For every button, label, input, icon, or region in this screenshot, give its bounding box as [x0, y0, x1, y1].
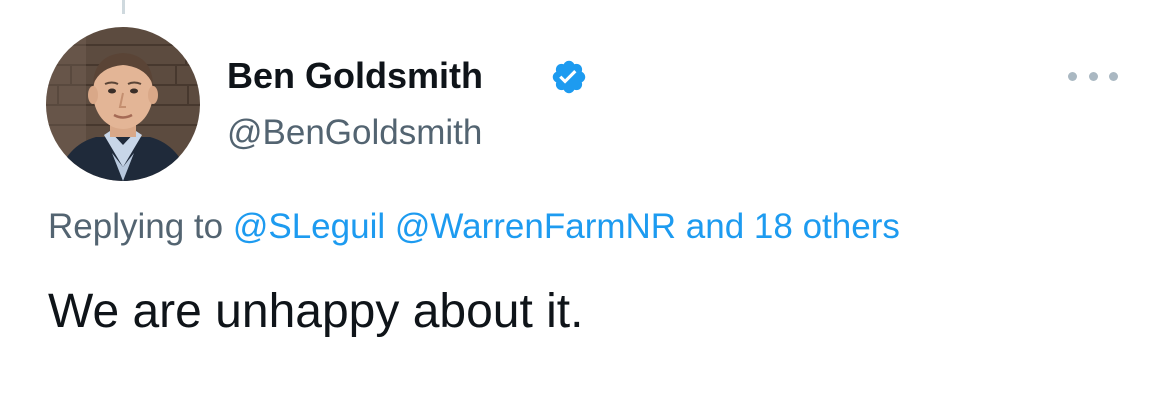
replying-to-line: Replying to @SLeguil @WarrenFarmNR and 1…: [48, 205, 900, 249]
mention-link-sleguil[interactable]: @SLeguil: [233, 207, 385, 246]
more-dot: [1068, 71, 1077, 81]
avatar[interactable]: [46, 27, 200, 181]
more-dot: [1109, 71, 1118, 81]
tweet-text: We are unhappy about it.: [48, 285, 584, 338]
thread-connector-line: [122, 0, 125, 14]
others-link[interactable]: and 18 others: [686, 207, 900, 246]
avatar-photo: [46, 27, 200, 181]
more-options-icon[interactable]: [1068, 64, 1118, 88]
author-name[interactable]: Ben Goldsmith: [227, 54, 483, 98]
verified-badge-icon: [552, 60, 586, 94]
replying-to-label: Replying to: [48, 207, 224, 246]
author-handle[interactable]: @BenGoldsmith: [227, 111, 482, 155]
more-dot: [1088, 71, 1098, 81]
mention-link-warrenfarmnr[interactable]: @WarrenFarmNR: [395, 207, 676, 246]
